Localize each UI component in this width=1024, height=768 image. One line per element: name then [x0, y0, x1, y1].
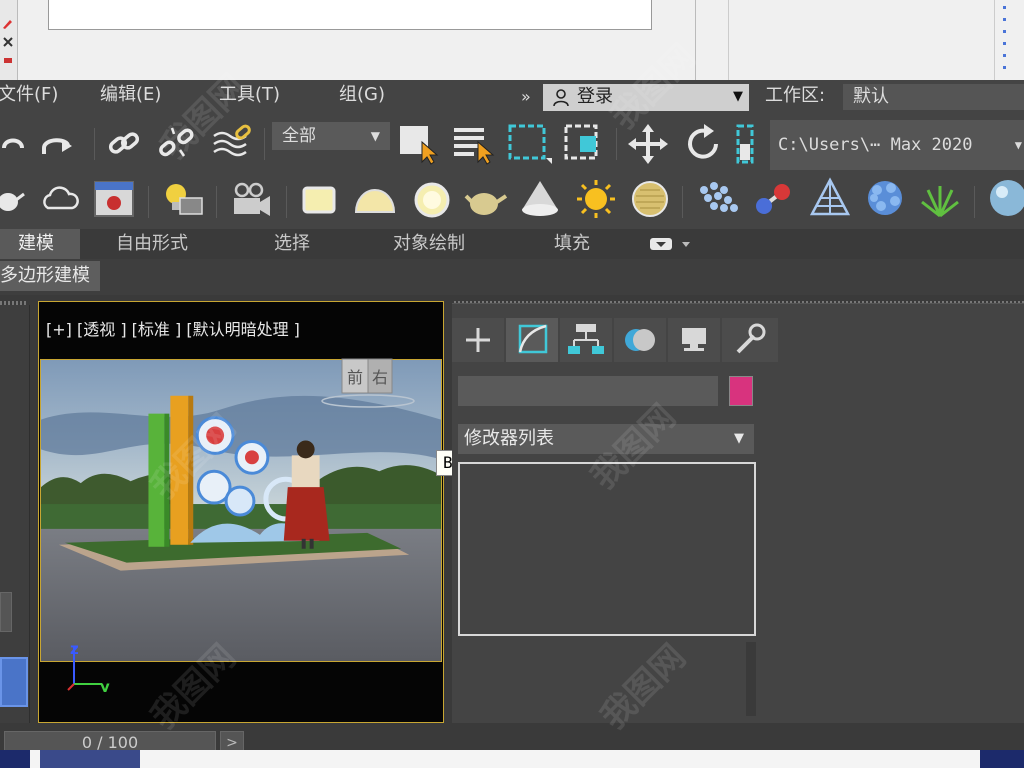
menu-edit[interactable]: 编辑(E): [100, 80, 161, 112]
tab-utilities[interactable]: [722, 318, 778, 362]
viewport-shading-label[interactable]: [标准 ]: [132, 320, 182, 339]
modifier-list-dropdown[interactable]: 修改器列表 ▼: [458, 424, 754, 454]
redo-icon[interactable]: [38, 126, 78, 162]
viewport-label: [+] [透视 ] [标准 ] [默认明暗处理 ]: [46, 316, 300, 340]
cloud-icon[interactable]: [40, 182, 80, 218]
geosphere-icon[interactable]: [862, 176, 908, 220]
login-dropdown[interactable]: 登录 ▼: [543, 84, 749, 111]
ribbon-panel: [0, 259, 1024, 295]
project-path-dropdown[interactable]: C:\Users\⋯ Max 2020 ▼: [770, 120, 1024, 170]
link-icon[interactable]: [104, 124, 144, 164]
modifier-list-label: 修改器列表: [464, 428, 554, 449]
environment-sphere-icon[interactable]: [628, 178, 672, 220]
eraser-icon: [4, 58, 12, 63]
ribbon-tab-freeform[interactable]: 自由形式: [116, 229, 188, 259]
tab-modify[interactable]: [506, 318, 558, 362]
active-panel-button[interactable]: [0, 657, 28, 707]
menu-tools[interactable]: 工具(T): [219, 80, 280, 112]
camera-sequence-icon[interactable]: [228, 180, 274, 220]
modifier-stack[interactable]: [458, 462, 756, 636]
rotate-icon[interactable]: [682, 122, 726, 166]
background-app-toolstrip: [0, 0, 18, 80]
plane-icon[interactable]: [298, 180, 342, 220]
bottom-border: [0, 750, 1024, 768]
sun-icon[interactable]: [574, 178, 618, 220]
render-setup-icon[interactable]: [160, 178, 206, 220]
render-frame-icon[interactable]: [92, 178, 136, 220]
dropdown-arrow-icon: ▼: [1014, 138, 1022, 152]
pyramid-mesh-icon[interactable]: [808, 176, 852, 220]
project-path-value: C:\Users\⋯ Max 2020: [778, 135, 973, 155]
select-by-name-icon[interactable]: [452, 122, 496, 166]
move-icon[interactable]: [626, 122, 670, 166]
undo-icon[interactable]: [0, 126, 26, 162]
modifier-stack-scrollbar[interactable]: [746, 642, 756, 716]
selection-filter-dropdown[interactable]: 全部 ▼: [272, 122, 390, 150]
collapse-button[interactable]: [0, 592, 12, 632]
background-divider: [728, 0, 729, 80]
ribbon-tab-populate[interactable]: 填充: [554, 229, 590, 259]
menu-group[interactable]: 组(G): [339, 80, 385, 112]
scene-explorer-panel: [0, 305, 30, 723]
ribbon-tab-modeling[interactable]: 建模: [18, 229, 54, 259]
motion-icon: [625, 329, 655, 351]
hemisphere-icon[interactable]: [352, 180, 398, 220]
tab-display[interactable]: [668, 318, 720, 362]
window-crossing-icon[interactable]: [562, 122, 602, 166]
menu-overflow-button[interactable]: »: [521, 84, 531, 110]
tab-hierarchy[interactable]: [560, 318, 612, 362]
ribbon-tab-object-paint[interactable]: 对象绘制: [393, 229, 465, 259]
sphere-icon[interactable]: [986, 176, 1024, 220]
particle-grid-icon[interactable]: [694, 178, 740, 220]
cone-icon[interactable]: [518, 178, 562, 220]
user-icon: [553, 89, 569, 107]
tab-motion[interactable]: [614, 318, 666, 362]
rectangular-selection-icon[interactable]: [506, 122, 554, 166]
bind-space-warp-icon[interactable]: [210, 122, 258, 164]
ribbon-tab-selection[interactable]: 选择: [274, 229, 310, 259]
foliage-icon[interactable]: [918, 176, 962, 220]
object-color-swatch[interactable]: [729, 376, 753, 406]
tab-create[interactable]: [452, 318, 504, 362]
teapot-material-icon[interactable]: [464, 180, 508, 220]
workspace-select[interactable]: 默认: [843, 84, 1024, 110]
axis-z-label: z: [70, 640, 79, 658]
viewport-lighting-label[interactable]: [默认明暗处理 ]: [186, 320, 300, 339]
pen-icon: [3, 37, 13, 47]
dropdown-arrow-icon: ▼: [734, 431, 744, 446]
menu-file[interactable]: 文件(F): [0, 80, 58, 112]
axis-y-label: y: [100, 678, 110, 692]
select-object-icon[interactable]: [398, 122, 442, 166]
teapot-icon[interactable]: [0, 182, 26, 218]
unlink-icon[interactable]: [156, 124, 196, 164]
workspace-label: 工作区:: [765, 85, 826, 106]
viewport-menu-plus[interactable]: [+]: [46, 320, 72, 339]
background-text-box: [48, 0, 652, 30]
viewcube[interactable]: 前 右: [318, 357, 418, 413]
polygon-modeling-panel[interactable]: 多边形建模: [0, 261, 100, 291]
viewcube-front-label: 前: [347, 368, 363, 387]
scale-icon[interactable]: [736, 122, 756, 166]
dropdown-arrow-icon: ▼: [733, 89, 743, 104]
object-name-input[interactable]: [458, 376, 718, 406]
viewport-view-label[interactable]: [透视 ]: [77, 320, 127, 339]
utilities-icon: [736, 323, 766, 354]
dropdown-arrow-icon: ▼: [370, 129, 380, 143]
molecule-icon[interactable]: [750, 178, 796, 220]
display-icon: [682, 328, 706, 351]
create-icon: [466, 328, 490, 352]
login-label: 登录: [577, 86, 613, 107]
axis-tripod: z y: [67, 640, 110, 692]
selection-filter-value: 全部: [282, 126, 316, 146]
modify-icon: [518, 324, 548, 354]
ribbon-options-icon[interactable]: [648, 236, 694, 252]
sphere-light-icon[interactable]: [410, 180, 454, 220]
background-ruler: [994, 0, 1024, 80]
viewcube-right-label: 右: [372, 368, 388, 387]
hierarchy-icon: [568, 324, 604, 354]
pencil-icon: [3, 20, 12, 29]
